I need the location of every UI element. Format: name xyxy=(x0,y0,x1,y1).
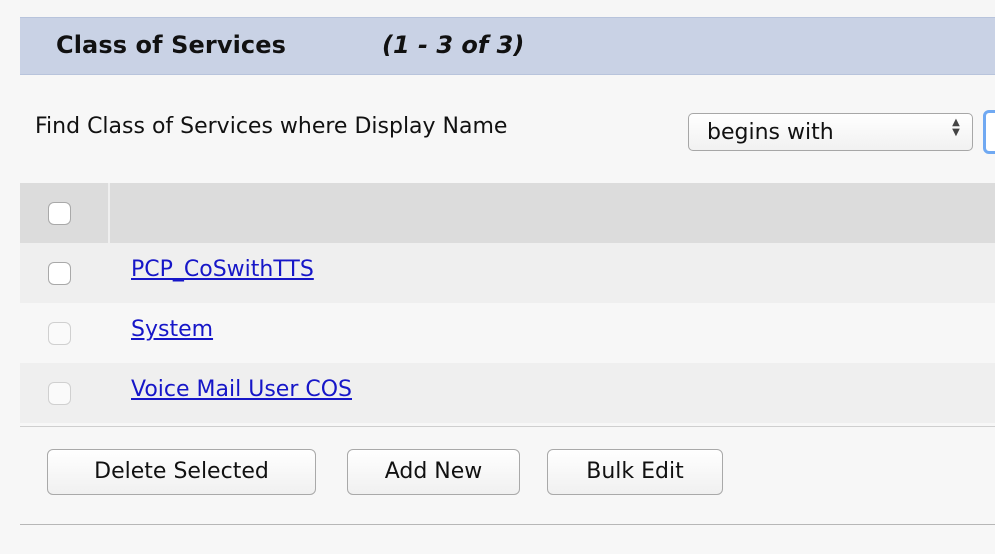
row-checkbox[interactable] xyxy=(48,262,71,285)
add-new-button[interactable]: Add New xyxy=(347,449,520,495)
page-title: Class of Services xyxy=(56,31,287,59)
page-header: Class of Services (1 - 3 of 3) xyxy=(20,17,995,75)
table-row: PCP_CoSwithTTS xyxy=(20,243,995,303)
table-row: Voice Mail User COS xyxy=(20,363,995,423)
select-all-checkbox[interactable] xyxy=(48,202,71,225)
row-link-pcp-coswithtts[interactable]: PCP_CoSwithTTS xyxy=(131,256,314,284)
select-arrows-icon: ▲ ▼ xyxy=(952,117,960,138)
table-row: System xyxy=(20,303,995,363)
search-prefix-label: Find Class of Services where Display Nam… xyxy=(35,114,508,139)
results-table: PCP_CoSwithTTS System Voice Mail User CO… xyxy=(20,183,995,427)
table-header xyxy=(20,183,995,243)
result-count: (1 - 3 of 3) xyxy=(382,31,525,59)
row-link-system[interactable]: System xyxy=(131,316,213,344)
class-of-services-panel: Class of Services (1 - 3 of 3) Find Clas… xyxy=(20,0,995,554)
search-condition-value: begins with xyxy=(707,120,834,145)
row-checkbox-disabled xyxy=(48,382,71,405)
row-checkbox-disabled xyxy=(48,322,71,345)
row-link-voice-mail-user-cos[interactable]: Voice Mail User COS xyxy=(131,376,352,404)
header-divider xyxy=(108,183,110,243)
top-strip xyxy=(20,0,995,17)
search-bar: Find Class of Services where Display Nam… xyxy=(20,75,995,183)
action-bar: Delete Selected Add New Bulk Edit xyxy=(20,427,995,524)
search-condition-select[interactable]: begins with ▲ ▼ xyxy=(688,113,973,151)
search-input[interactable] xyxy=(983,110,995,154)
bulk-edit-button[interactable]: Bulk Edit xyxy=(547,449,723,495)
delete-selected-button[interactable]: Delete Selected xyxy=(47,449,316,495)
bottom-strip xyxy=(20,525,995,554)
